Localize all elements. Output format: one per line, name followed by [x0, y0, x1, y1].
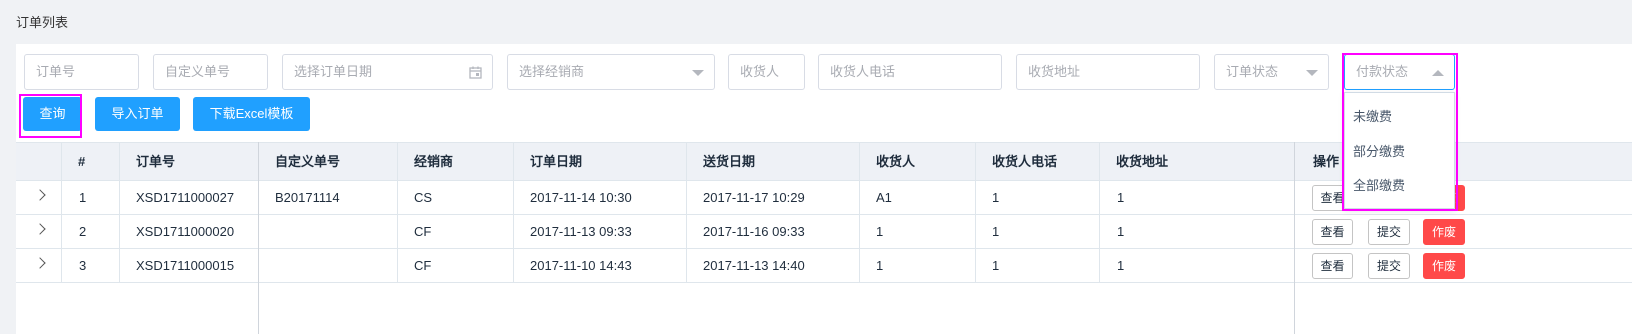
order-status-select[interactable]: 订单状态	[1214, 54, 1329, 90]
header-address: 收货地址	[1116, 154, 1169, 169]
cell-receiver: 1	[876, 224, 884, 239]
cell-index: 1	[79, 190, 87, 205]
order-no-input[interactable]: 订单号	[24, 54, 139, 90]
cell-receiver: 1	[876, 258, 884, 273]
dealer-placeholder: 选择经销商	[519, 64, 585, 79]
header-receiver: 收货人	[876, 154, 916, 169]
payment-highlight	[1342, 53, 1458, 211]
header-order-date: 订单日期	[530, 154, 583, 169]
column-divider	[61, 142, 62, 282]
column-divider	[119, 142, 120, 282]
column-divider	[686, 142, 687, 282]
header-dealer: 经销商	[414, 154, 454, 169]
cell-order-no: XSD1711000020	[136, 224, 235, 239]
column-divider	[1099, 142, 1100, 282]
header-receiver-phone: 收货人电话	[992, 154, 1058, 169]
column-divider	[513, 142, 514, 282]
column-divider	[859, 142, 860, 282]
order-date-placeholder: 选择订单日期	[294, 64, 373, 79]
column-divider	[975, 142, 976, 282]
receiver-phone-input[interactable]: 收货人电话	[818, 54, 1002, 90]
cell-address: 1	[1117, 224, 1125, 239]
chevron-right-icon[interactable]	[34, 257, 46, 269]
cell-custom-no: B20171114	[275, 190, 340, 205]
header-index: #	[78, 154, 86, 169]
cell-order-date: 2017-11-10 14:43	[530, 258, 632, 273]
cell-address: 1	[1117, 258, 1125, 273]
cell-order-date: 2017-11-13 09:33	[530, 224, 632, 239]
chevron-right-icon[interactable]	[34, 223, 46, 235]
submit-button[interactable]: 提交	[1368, 253, 1410, 279]
cell-dealer: CF	[414, 258, 432, 273]
column-divider	[258, 142, 259, 334]
cell-dealer: CS	[414, 190, 433, 205]
page-title: 订单列表	[16, 15, 69, 30]
cell-receiver: A1	[876, 190, 892, 205]
custom-no-input[interactable]: 自定义单号	[153, 54, 268, 90]
cell-phone: 1	[992, 224, 1000, 239]
import-order-button[interactable]: 导入订单	[95, 97, 180, 131]
cell-address: 1	[1117, 190, 1125, 205]
view-button[interactable]: 查看	[1312, 219, 1353, 245]
cell-order-no: XSD1711000015	[136, 258, 235, 273]
receiver-address-input[interactable]: 收货地址	[1016, 54, 1200, 90]
header-delivery-date: 送货日期	[703, 154, 756, 169]
header-actions: 操作	[1313, 154, 1340, 169]
cell-phone: 1	[992, 258, 1000, 273]
void-button[interactable]: 作废	[1423, 219, 1465, 245]
cell-delivery-date: 2017-11-16 09:33	[703, 224, 805, 239]
void-button[interactable]: 作废	[1423, 253, 1465, 279]
cell-delivery-date: 2017-11-13 14:40	[703, 258, 805, 273]
cell-order-no: XSD1711000027	[136, 190, 235, 205]
dealer-select[interactable]: 选择经销商	[507, 54, 715, 90]
header-order-no: 订单号	[136, 154, 176, 169]
header-custom-no: 自定义单号	[275, 154, 341, 169]
column-divider	[397, 142, 398, 282]
chevron-right-icon[interactable]	[34, 189, 46, 201]
column-divider	[1294, 142, 1295, 334]
cell-index: 3	[79, 258, 87, 273]
download-template-button[interactable]: 下载Excel模板	[193, 97, 310, 131]
view-button[interactable]: 查看	[1312, 253, 1353, 279]
submit-button[interactable]: 提交	[1368, 219, 1410, 245]
receiver-input[interactable]: 收货人	[728, 54, 805, 90]
order-status-placeholder: 订单状态	[1226, 64, 1279, 79]
cell-order-date: 2017-11-14 10:30	[530, 190, 632, 205]
cell-dealer: CF	[414, 224, 432, 239]
cell-phone: 1	[992, 190, 1000, 205]
cell-delivery-date: 2017-11-17 10:29	[703, 190, 805, 205]
chevron-down-icon	[1306, 55, 1318, 89]
query-highlight	[19, 94, 82, 138]
calendar-icon	[469, 55, 482, 89]
chevron-down-icon	[692, 55, 704, 89]
order-date-picker[interactable]: 选择订单日期	[282, 54, 493, 90]
cell-index: 2	[79, 224, 87, 239]
